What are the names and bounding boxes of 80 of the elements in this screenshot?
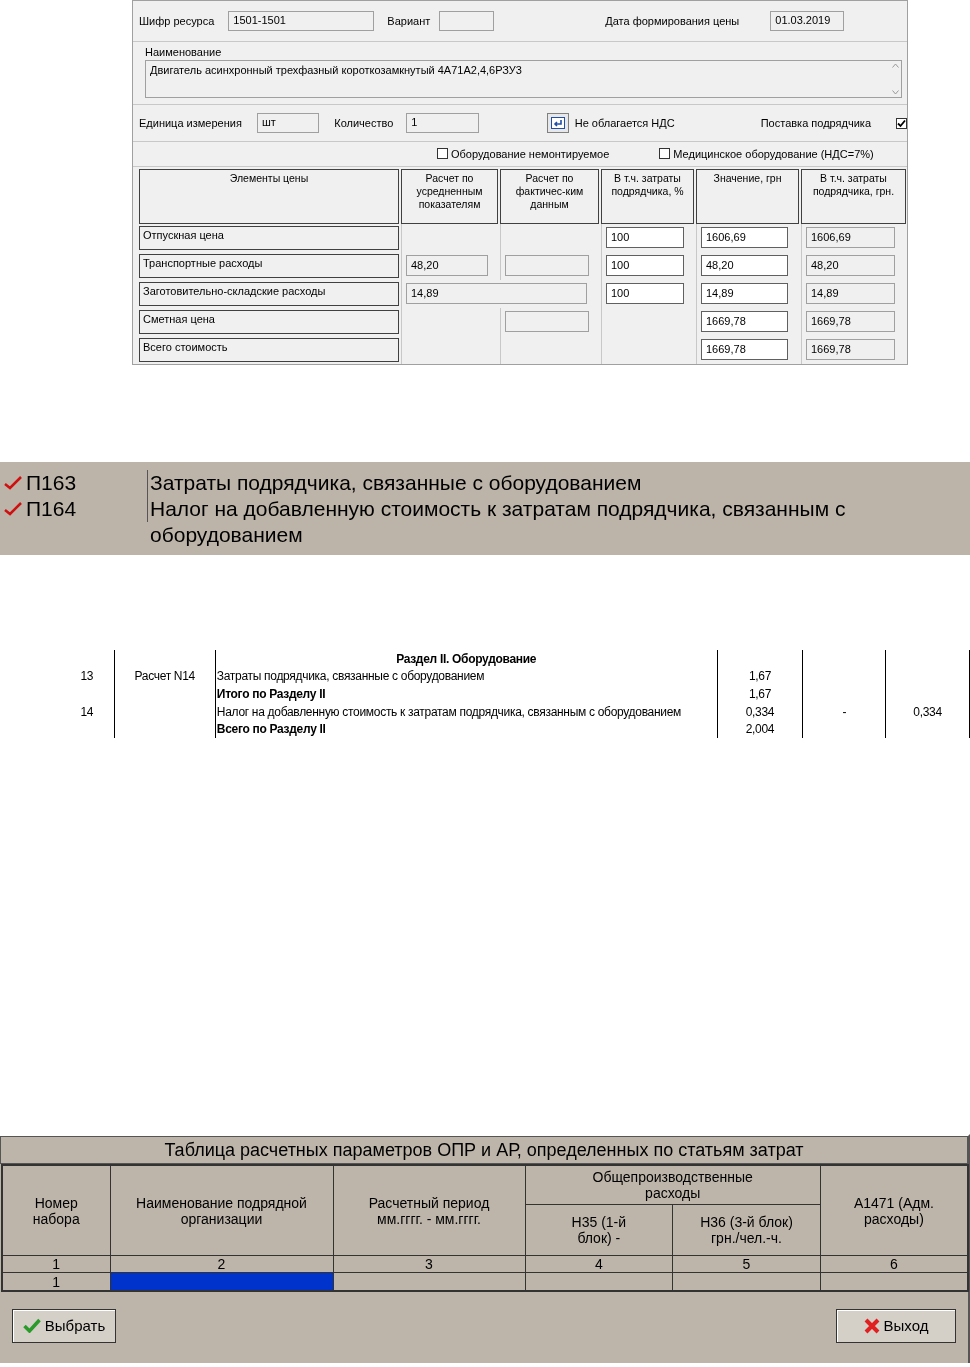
section-heading: Раздел II. Оборудование (396, 651, 537, 666)
column-header: Общепроизводственные расходы (525, 1164, 821, 1205)
readonly-field[interactable]: 14,89 (806, 283, 895, 305)
value-text: 1,67 (748, 687, 772, 701)
variant-field[interactable] (439, 10, 495, 31)
value-text: 1,67 (748, 669, 772, 684)
value-text: 2,004 (745, 722, 775, 737)
column-number: 2 (110, 1255, 333, 1273)
column-header: Расчет по фактичес-ким данным (500, 169, 599, 224)
field-label: Количество (334, 117, 394, 130)
value-field[interactable]: 1669,78 (701, 311, 789, 333)
value-field[interactable]: 48,20 (701, 255, 789, 277)
item-description: Налог на добавленную стоимость к затратам подрядчика, связанным с оборудованием (149, 496, 847, 548)
enter-button[interactable] (547, 113, 569, 134)
item-code: П164 (26, 497, 77, 521)
row-number: 14 (80, 704, 94, 719)
checkbox-label: Оборудование немонтируемое (451, 147, 610, 160)
checkbox[interactable] (896, 117, 907, 129)
readonly-field[interactable]: 14,89 (406, 283, 588, 305)
field-label: Вариант (387, 14, 431, 27)
column-header: Расчет по усредненным показателям (401, 169, 498, 224)
value-text: 0,334 (913, 704, 942, 719)
dialog-title: Таблица расчетных параметров ОПР и АР, определенных по статьям затрат (0, 1135, 968, 1164)
column-header: Номер набора (2, 1164, 110, 1256)
field-label: Дата формирования цены (605, 14, 740, 27)
column-number: 1 (2, 1255, 110, 1273)
value-field[interactable]: 100 (606, 255, 685, 277)
checkbox[interactable] (437, 148, 448, 160)
select-button[interactable]: Выбрать (12, 1308, 116, 1343)
column-number: 4 (525, 1255, 673, 1273)
price-element-label: Заготовительно-складские расходы (139, 282, 399, 306)
column-header: В т.ч. затраты подрядчика, грн. (801, 169, 906, 224)
total-label: Итого по Разделу II (216, 687, 326, 701)
readonly-field[interactable]: 48,20 (806, 255, 895, 277)
value-field[interactable]: 100 (606, 283, 685, 305)
column-header: Значение, грн (696, 169, 799, 224)
item-name: Налог на добавленную стоимость к затратам подрядчика, связанным с оборудованием (216, 704, 682, 719)
price-element-label: Отпускная цена (139, 226, 399, 250)
readonly-field[interactable]: 1606,69 (806, 227, 895, 249)
unit-field[interactable]: шт (256, 113, 320, 134)
column-header: Н35 (1-й блок) - (525, 1204, 673, 1256)
item-name: Затраты подрядчика, связанные с оборудованием (216, 669, 485, 684)
readonly-field[interactable]: 48,20 (406, 255, 488, 277)
value-field[interactable]: 1669,78 (701, 339, 789, 361)
value-field[interactable]: 14,89 (701, 283, 789, 305)
price-element-label: Всего стоимость (139, 338, 399, 362)
row-number: 13 (80, 669, 94, 684)
exit-button[interactable]: Выход (836, 1308, 956, 1343)
value-field[interactable]: 1606,69 (701, 227, 789, 249)
readonly-field[interactable]: 1669,78 (806, 311, 895, 333)
field-label: Шифр ресурса (139, 14, 215, 27)
column-header: В т.ч. затраты подрядчика, % (601, 169, 694, 224)
column-header: Наименование подрядной организации (110, 1164, 333, 1256)
quantity-field[interactable]: 1 (406, 113, 480, 134)
close-icon (863, 1317, 880, 1334)
readonly-field[interactable]: 1669,78 (806, 339, 895, 361)
column-header: Элементы цены (139, 169, 399, 224)
column-header: Расчетный период мм.гггг. - мм.гггг. (333, 1164, 525, 1256)
item-code: П163 (26, 471, 77, 495)
value-text: - (842, 704, 847, 719)
resource-code-field[interactable]: 1501-1501 (228, 10, 375, 31)
checkbox[interactable] (659, 148, 671, 160)
value-field[interactable]: 100 (606, 227, 685, 249)
readonly-field[interactable] (505, 311, 589, 333)
checkbox-label: Медицинское оборудование (НДС=7%) (673, 147, 874, 160)
basis-text: Расчет N14 (134, 669, 195, 684)
price-element-label: Транспортные расходы (139, 254, 399, 278)
column-number: 3 (333, 1255, 525, 1273)
price-element-label: Сметная цена (139, 310, 399, 334)
column-number: 5 (672, 1255, 821, 1273)
readonly-field[interactable] (505, 255, 589, 277)
field-label: Единица измерения (139, 117, 242, 130)
checkbox-label: Поставка подрядчика (760, 117, 871, 130)
item-description: Затраты подрядчика, связанные с оборудованием (149, 470, 643, 496)
check-icon (22, 1318, 41, 1334)
field-label: Наименование (145, 45, 223, 58)
value-text: 0,334 (745, 704, 775, 719)
total-label: Всего по Разделу II (216, 722, 326, 737)
date-field[interactable]: 01.03.2019 (770, 10, 845, 31)
vat-exempt-label: Не облагается НДС (574, 117, 675, 130)
